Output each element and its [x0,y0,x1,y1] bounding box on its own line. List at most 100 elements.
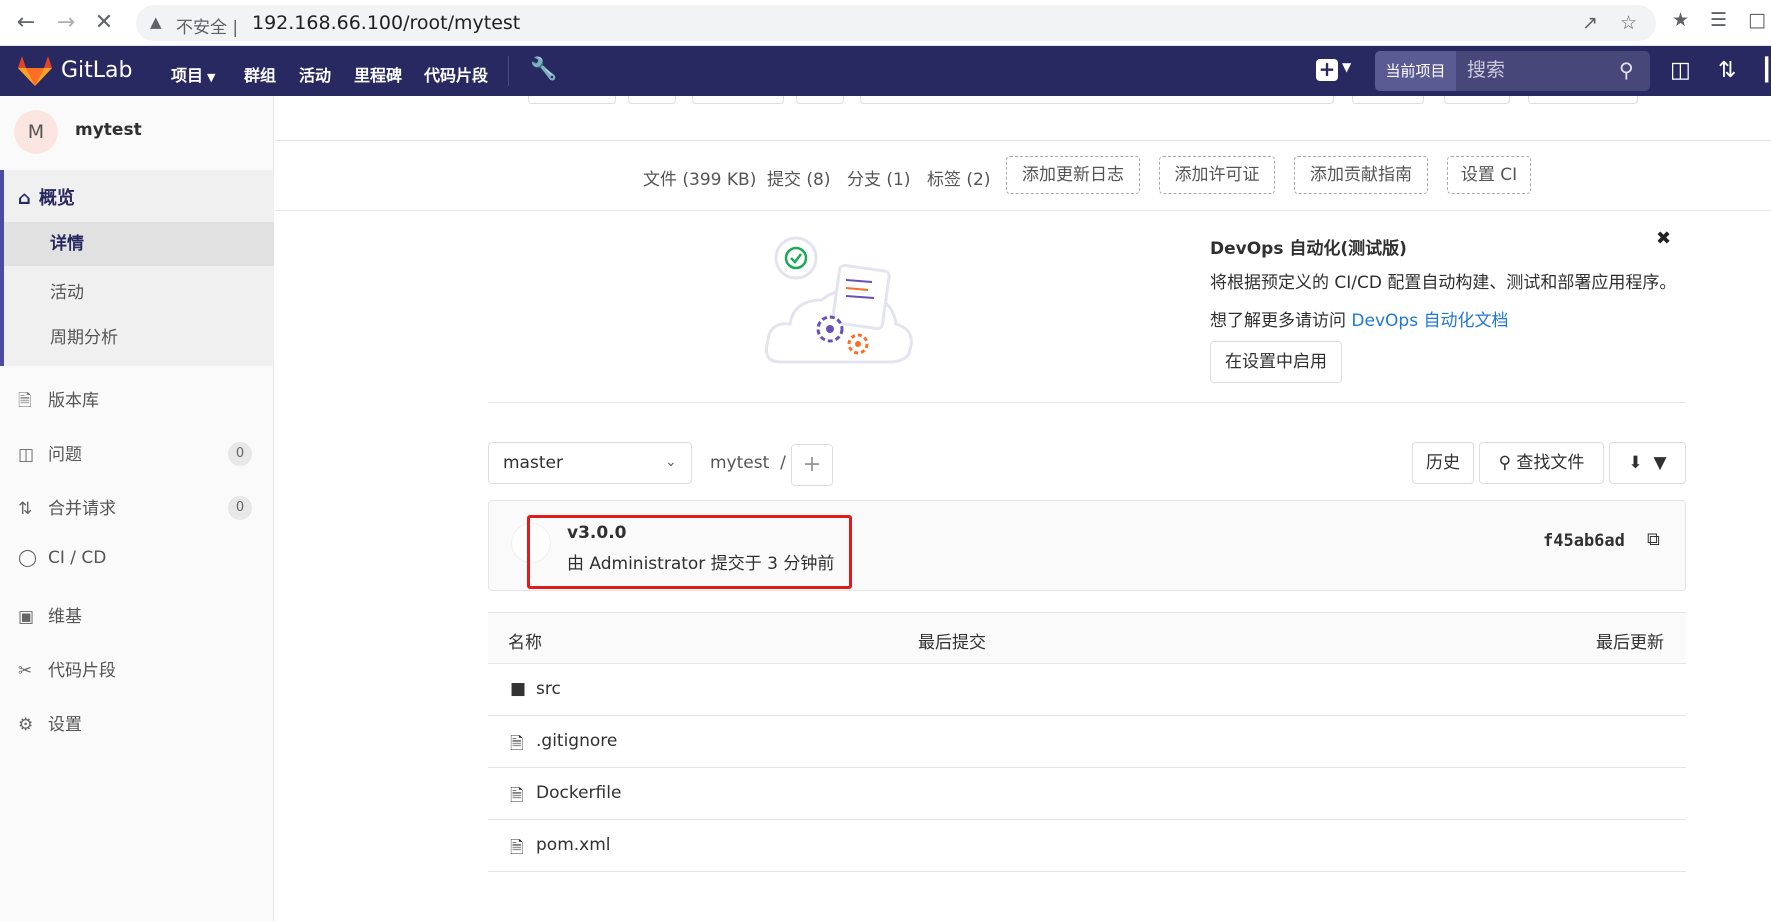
home-icon: ⌂ [18,188,31,209]
nav-groups[interactable]: 群组 [244,62,276,86]
new-item-plus-icon[interactable]: + [1316,59,1338,81]
devops-description: 将根据预定义的 CI/CD 配置自动构建、测试和部署应用程序。 [1210,273,1677,293]
table-row[interactable]: 🗎 .gitignore [488,716,1686,768]
stat-commits[interactable]: 提交 (8) [767,165,830,190]
sidebar-item-snippets[interactable]: ✂ 代码片段 [18,656,258,686]
sidebar-item-merge-requests[interactable]: ⇅ 合并请求 0 [18,494,258,524]
side-panel-icon[interactable]: □ [1748,9,1766,31]
download-button[interactable]: ⬇ ▼ [1609,442,1686,484]
copy-icon[interactable]: ⧉ [1647,529,1660,550]
devops-learn-more: 想了解更多请访问 DevOps 自动化文档 [1210,311,1509,331]
sidebar-item-wiki[interactable]: ▣ 维基 [18,602,258,632]
warning-icon: ▲ [150,13,162,31]
media-queue-icon[interactable]: ☰ [1710,9,1727,31]
divider [275,210,1771,211]
chevron-down-icon[interactable]: ▼ [1342,60,1351,74]
share-icon[interactable]: ↗ [1582,12,1598,34]
history-button[interactable]: 历史 [1412,442,1474,484]
file-icon: 🗎 [510,786,524,806]
stat-files[interactable]: 文件 (399 KB) [643,165,756,190]
close-icon[interactable]: ✖ [1656,228,1671,249]
merge-request-icon[interactable]: ⇅ [1718,58,1736,83]
add-to-tree-button[interactable]: + [791,444,833,486]
sidebar-subitem-cycle-analytics[interactable]: 周期分析 [50,323,118,348]
stat-branches[interactable]: 分支 (1) [847,165,910,190]
search-input[interactable] [1467,59,1617,81]
devops-illustration-icon [765,236,913,364]
nav-activity[interactable]: 活动 [299,62,331,86]
file-name[interactable]: pom.xml [536,835,611,855]
chevron-down-icon: ▼ [207,71,216,84]
column-name: 名称 [508,633,542,653]
chevron-down-icon: ▼ [1653,453,1667,473]
table-row[interactable]: 🗎 pom.xml [488,820,1686,872]
breadcrumb-project[interactable]: mytest [710,453,769,473]
enable-in-settings-button[interactable]: 在设置中启用 [1210,341,1342,383]
nav-projects[interactable]: 项目 ▼ [171,62,215,86]
issues-icon: ◫ [18,445,35,465]
bookmark-star-icon[interactable]: ☆ [1620,12,1637,34]
search-icon[interactable]: ⚲ [1619,58,1634,82]
search-scope-badge[interactable]: 当前项目 [1375,51,1456,91]
project-avatar[interactable]: M [14,110,58,154]
branch-name: master [503,453,563,473]
sidebar-item-issues[interactable]: ◫ 问题 0 [18,440,258,470]
divider [275,140,1771,141]
stop-loading-icon[interactable]: ✕ [90,9,118,37]
nav-milestones[interactable]: 里程碑 [354,62,402,86]
table-row[interactable]: 🗎 Dockerfile [488,768,1686,820]
devops-title: DevOps 自动化(测试版) [1210,239,1407,259]
file-name[interactable]: .gitignore [536,731,617,751]
setup-ci-button[interactable]: 设置 CI [1447,156,1531,194]
gear-icon: ⚙ [18,715,34,735]
forward-arrow-icon[interactable]: → [52,9,80,37]
devops-docs-link[interactable]: DevOps 自动化文档 [1351,311,1508,331]
project-name[interactable]: mytest [75,120,142,140]
extensions-icon[interactable]: ★ [1672,9,1689,31]
brand-name[interactable]: GitLab [61,58,133,83]
search-box: 当前项目 ⚲ [1375,51,1650,91]
header-divider [508,56,509,86]
table-row[interactable]: ■ src [488,664,1686,716]
sidebar-subitem-details[interactable]: 详情 [4,222,274,266]
column-last-commit: 最后提交 [918,633,986,653]
highlight-annotation [527,515,852,589]
search-icon: ⚲ [1498,453,1512,473]
file-name[interactable]: Dockerfile [536,783,621,803]
todo-icon[interactable]: ┃ [1760,58,1771,83]
wrench-icon[interactable]: 🔧 [530,57,557,82]
rocket-icon: ◯ [18,548,38,568]
project-sidebar: M mytest ⌂ 概览 详情 活动 周期分析 🗎 版本库 ◫ 问题 0 ⇅ 合并请求 0… [0,96,274,921]
document-icon: 🗎 [18,391,32,411]
file-name[interactable]: src [536,679,561,699]
chevron-down-icon: ⌄ [665,454,677,470]
scissors-icon: ✂ [18,661,33,681]
add-changelog-button[interactable]: 添加更新日志 [1006,156,1140,194]
commit-sha[interactable]: f45ab6ad [1543,531,1625,551]
sidebar-item-overview[interactable]: ⌂ 概览 [18,184,75,210]
find-file-button[interactable]: ⚲ 查找文件 [1479,442,1604,484]
address-bar[interactable]: ▲ 不安全 | 192.168.66.100/root/mytest ↗ ☆ [136,5,1656,41]
url-text[interactable]: 192.168.66.100/root/mytest [252,12,520,34]
divider [488,402,1686,403]
browser-chrome: ← → ✕ ▲ 不安全 | 192.168.66.100/root/mytest… [0,0,1771,46]
file-icon: 🗎 [510,734,524,754]
sidebar-subitem-activity[interactable]: 活动 [50,278,84,303]
breadcrumb: mytest / [710,453,786,473]
add-license-button[interactable]: 添加许可证 [1159,156,1275,194]
file-icon: 🗎 [510,838,524,858]
sidebar-item-settings[interactable]: ⚙ 设置 [18,710,258,740]
branch-selector[interactable]: master ⌄ [488,442,692,484]
folder-icon: ■ [510,679,527,699]
gitlab-logo-icon[interactable] [18,56,52,86]
nav-snippets[interactable]: 代码片段 [424,62,488,86]
issues-icon[interactable]: ◫ [1670,58,1691,83]
back-arrow-icon[interactable]: ← [12,9,40,37]
add-contributing-button[interactable]: 添加贡献指南 [1294,156,1428,194]
issues-count-badge: 0 [228,442,252,466]
sidebar-item-repository[interactable]: 🗎 版本库 [18,386,258,416]
stat-tags[interactable]: 标签 (2) [927,165,990,190]
sidebar-overview-section: ⌂ 概览 详情 活动 周期分析 [0,170,274,366]
gitlab-header: GitLab 项目▼ 群组 活动 里程碑 代码片段 🔧 + ▼ 当前项目 ⚲ ◫… [0,46,1771,96]
sidebar-item-cicd[interactable]: ◯ CI / CD [18,548,258,578]
